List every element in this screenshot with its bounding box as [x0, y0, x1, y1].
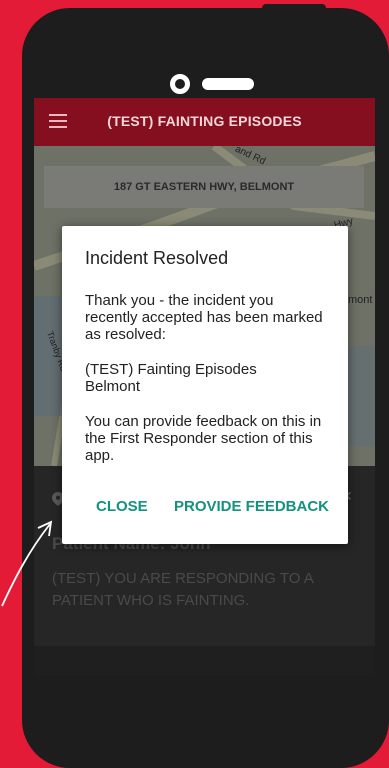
- incident-description: (TEST) YOU ARE RESPONDING TO A PATIENT W…: [52, 570, 313, 609]
- pointer-arrow-icon: [1, 520, 53, 607]
- dialog-message-intro: Thank you - the incident you recently ac…: [85, 292, 323, 343]
- dialog-actions: CLOSE PROVIDE FEEDBACK: [62, 498, 348, 518]
- bottom-bar: [34, 646, 375, 676]
- dialog-incident-info: (TEST) Fainting Episodes Belmont: [85, 361, 329, 395]
- app-bar: (TEST) FAINTING EPISODES: [34, 98, 375, 146]
- address-card: 187 GT EASTERN HWY, BELMONT: [44, 166, 364, 208]
- speaker-grille: [202, 78, 254, 90]
- dialog-message-feedback: You can provide feedback on this in the …: [85, 413, 322, 464]
- dialog-incident-location: Belmont: [85, 378, 141, 395]
- dialog-title: Incident Resolved: [85, 248, 229, 268]
- provide-feedback-button[interactable]: PROVIDE FEEDBACK: [174, 498, 329, 515]
- phone-power-button: [262, 4, 326, 14]
- close-button[interactable]: CLOSE: [96, 498, 148, 515]
- camera-icon: [170, 74, 190, 94]
- incident-resolved-dialog: Incident Resolved Thank you - the incide…: [62, 226, 348, 544]
- app-title: (TEST) FAINTING EPISODES: [107, 113, 302, 129]
- dialog-message: Thank you - the incident you recently ac…: [85, 292, 329, 482]
- dialog-incident-name: (TEST) Fainting Episodes: [85, 361, 257, 378]
- map-area-label: mont: [348, 294, 373, 306]
